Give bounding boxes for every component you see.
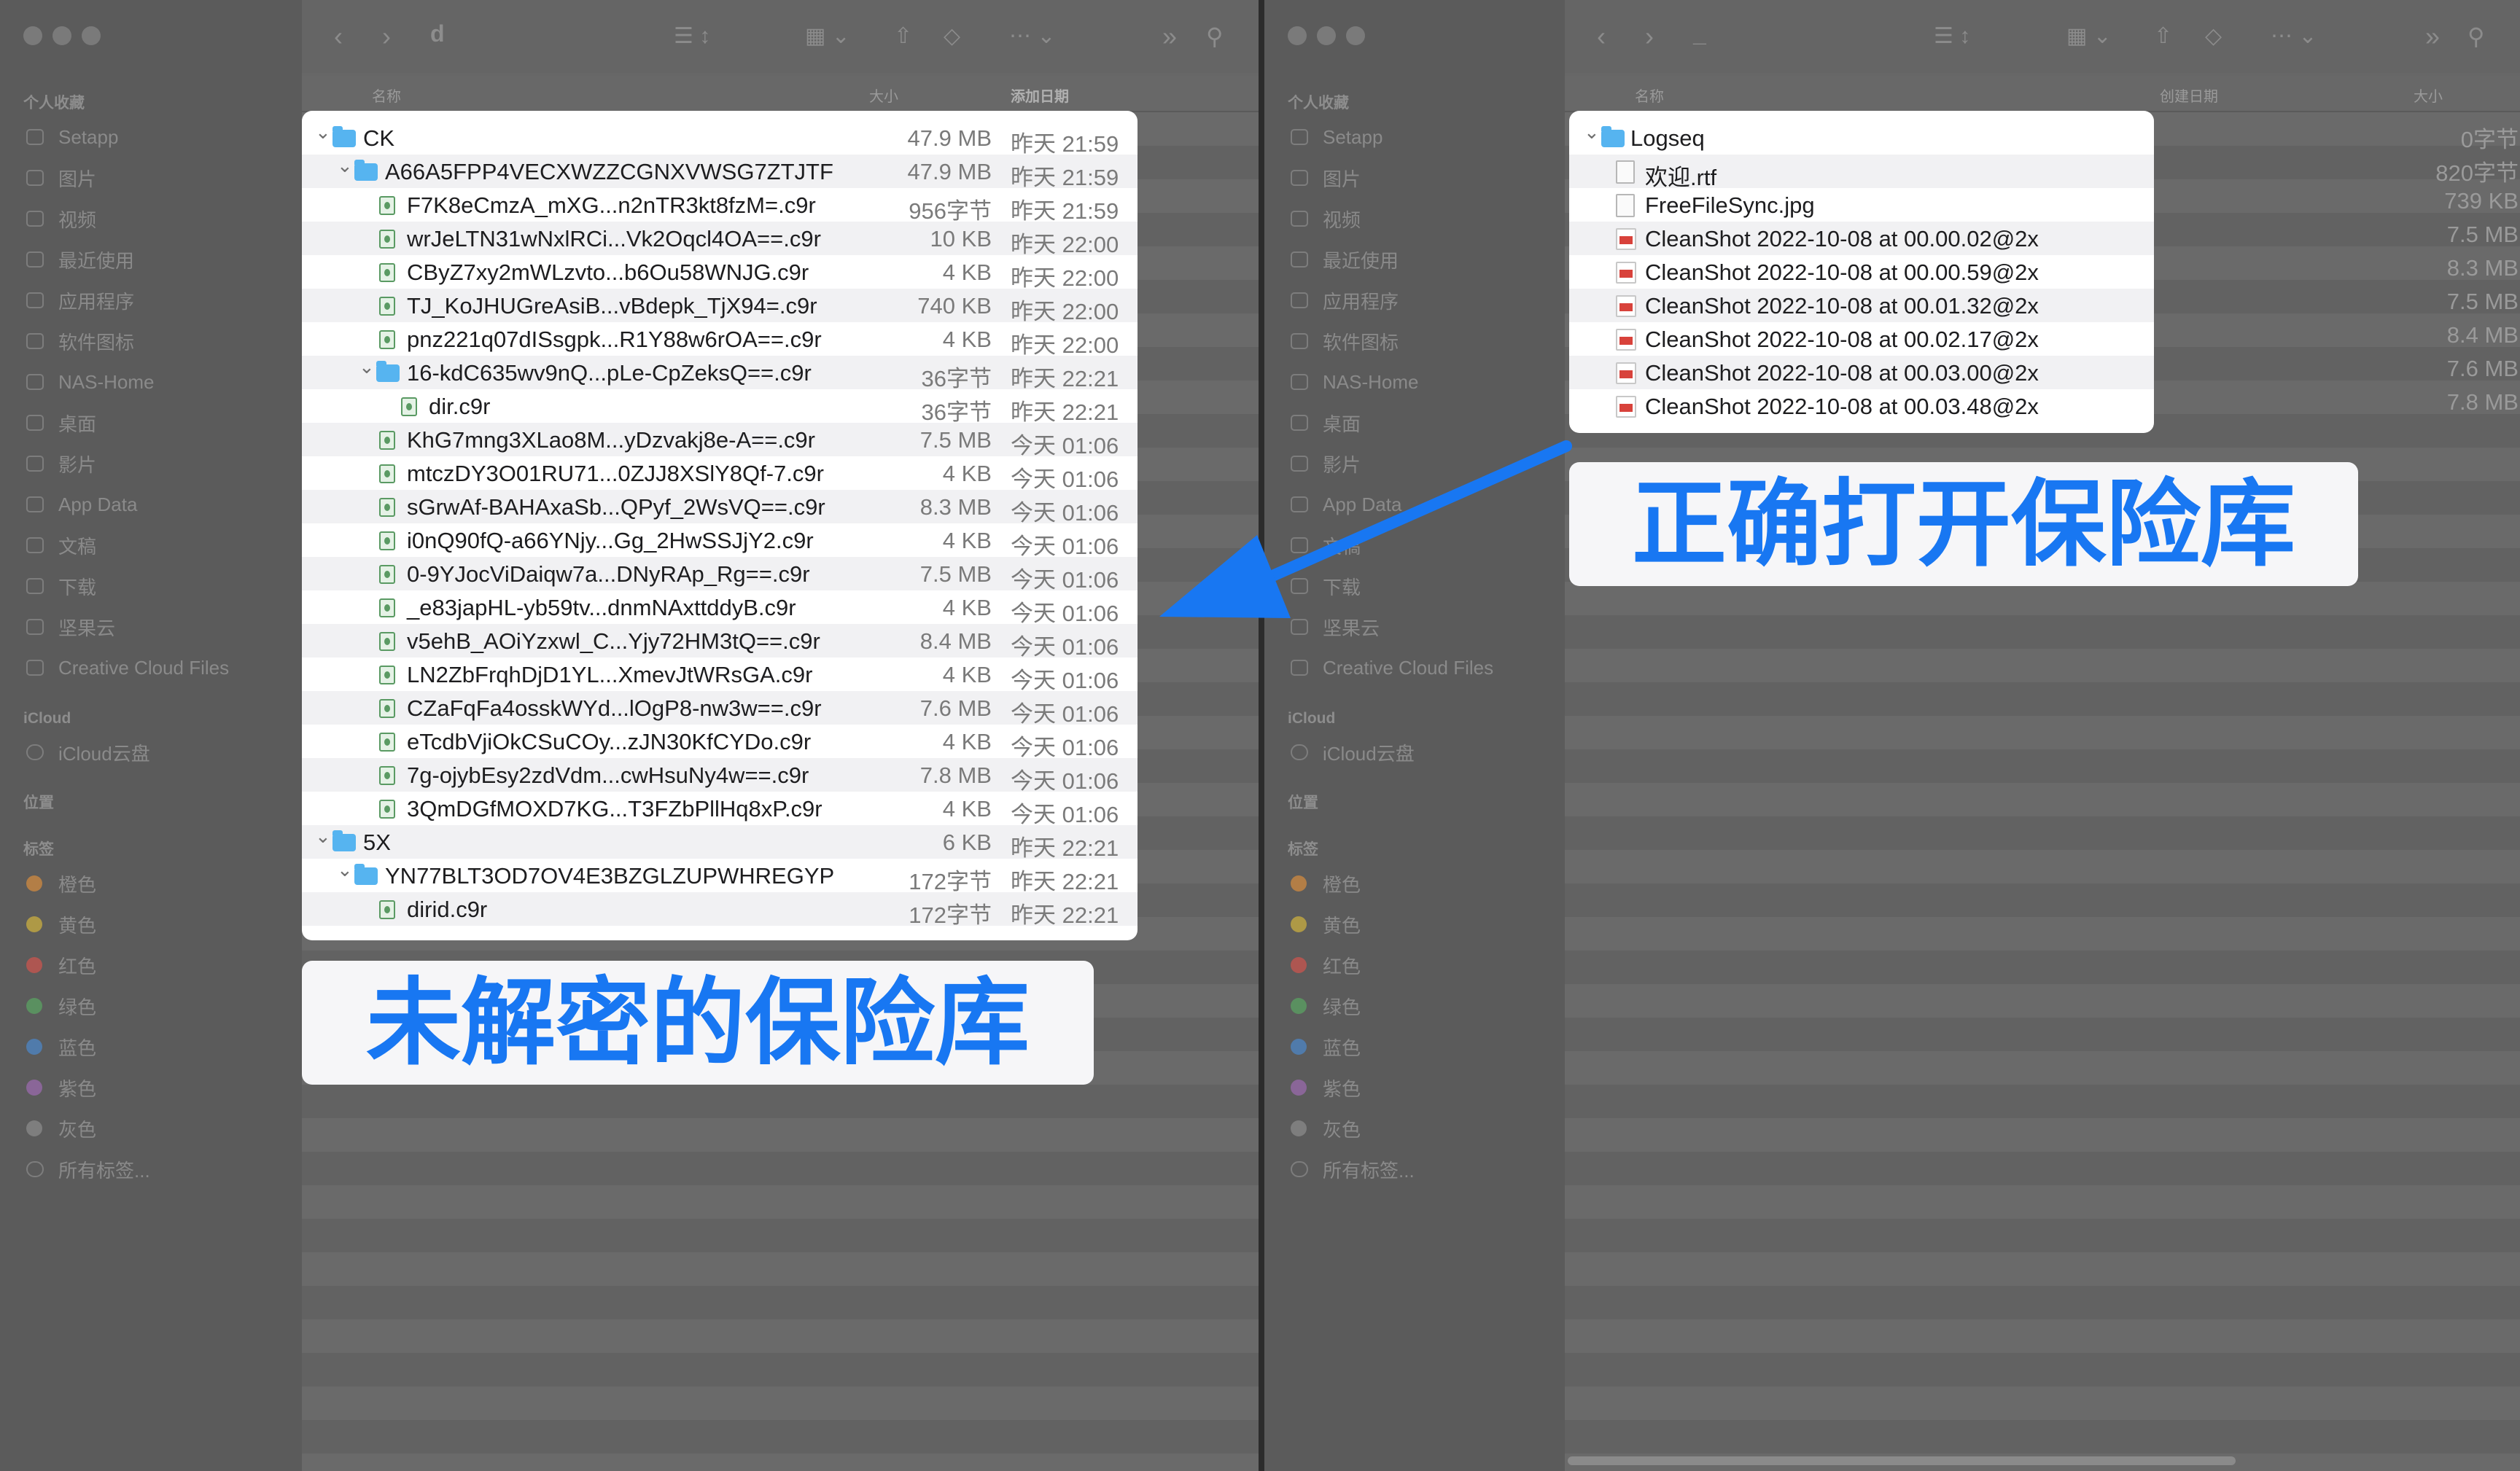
caption-encrypted-vault: 未解密的保险库 bbox=[302, 961, 1094, 1085]
caption-correct-vault: 正确打开保险库 bbox=[1569, 462, 2358, 586]
arrow-annotation bbox=[1159, 440, 1572, 618]
arrow-head bbox=[1159, 535, 1291, 618]
arrow-shaft bbox=[1247, 440, 1572, 590]
